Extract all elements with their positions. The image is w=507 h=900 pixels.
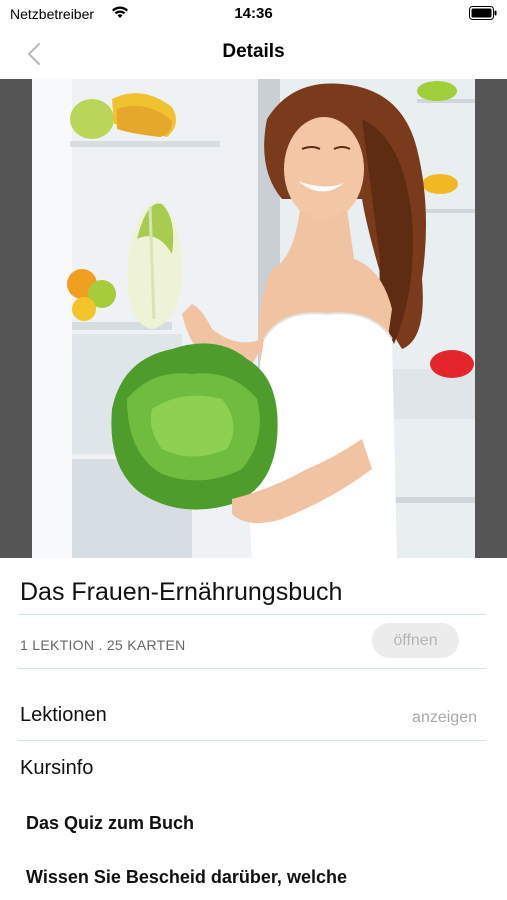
navigation-bar: Details bbox=[0, 30, 507, 78]
description-heading: Das Quiz zum Buch bbox=[26, 813, 195, 833]
course-meta: 1 LEKTION . 25 KARTEN bbox=[20, 637, 186, 653]
cover-photo bbox=[32, 79, 475, 558]
open-button[interactable]: öffnen bbox=[372, 623, 459, 658]
description-text: Wissen Sie Bescheid darüber, welche bbox=[26, 867, 347, 887]
divider bbox=[18, 740, 486, 741]
lessons-label: Lektionen bbox=[20, 704, 107, 726]
battery-icon bbox=[469, 6, 497, 20]
show-lessons-link[interactable]: anzeigen bbox=[412, 709, 477, 727]
course-info-label: Kursinfo bbox=[20, 757, 94, 779]
course-cover-image bbox=[0, 79, 507, 558]
divider bbox=[18, 668, 486, 669]
clock: 14:36 bbox=[234, 5, 273, 22]
page-title: Details bbox=[222, 41, 285, 62]
course-title: Das Frauen-Ernährungsbuch bbox=[20, 578, 343, 606]
status-bar: Netzbetreiber 14:36 bbox=[0, 0, 507, 30]
divider bbox=[18, 614, 486, 615]
